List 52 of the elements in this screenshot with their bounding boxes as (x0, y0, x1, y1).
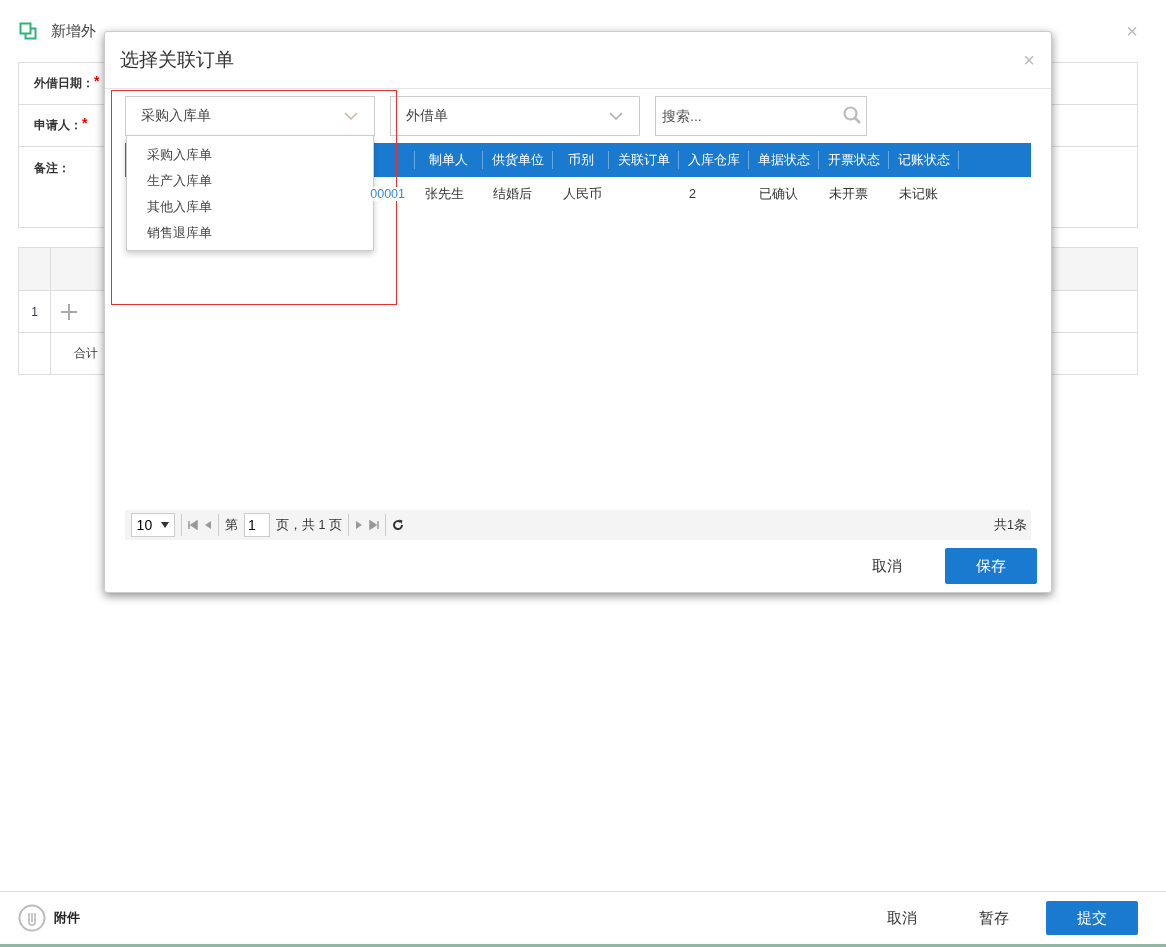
paperclip-icon[interactable] (18, 904, 46, 932)
table-cell: 未记账 (899, 186, 938, 201)
footer-button[interactable]: 取消 (862, 901, 942, 935)
required-mark: * (82, 115, 88, 131)
page-prefix: 第 (225, 516, 238, 534)
submit-button[interactable]: 提交 (1046, 901, 1138, 935)
column-header[interactable]: 开票状态 (827, 151, 880, 169)
table-cell: 2 (689, 187, 696, 201)
column-header[interactable]: 关联订单 (617, 151, 670, 169)
column-header[interactable]: 供货单位 (491, 151, 544, 169)
field-label: 外借日期： (34, 75, 94, 92)
cancel-button[interactable]: 取消 (847, 548, 927, 584)
next-page-icon[interactable] (354, 520, 363, 530)
page-title: 新增外 (51, 21, 96, 41)
table-cell: 未开票 (829, 186, 868, 201)
total-count: 共1条 (994, 516, 1027, 534)
page-count: 页，共 1 页 (276, 516, 342, 534)
order-link[interactable]: 00001 (370, 187, 405, 201)
select-field[interactable]: 外借单 (390, 96, 640, 136)
add-icon[interactable] (61, 303, 77, 320)
save-button[interactable]: 保存 (945, 548, 1037, 584)
page-size-select[interactable]: 10 (131, 513, 175, 537)
column-header[interactable]: 单据状态 (757, 151, 810, 169)
column-header[interactable]: 记账状态 (897, 151, 950, 169)
table-cell: 结婚后 (493, 186, 532, 201)
table-cell: 已确认 (759, 186, 798, 201)
search-icon (843, 106, 861, 124)
chevron-down-icon (609, 112, 623, 120)
dialog-title: 选择关联订单 (120, 48, 234, 72)
column-header[interactable]: 制单人 (429, 151, 468, 169)
column-header[interactable]: 币别 (567, 151, 594, 169)
search-field[interactable]: 搜索... (655, 96, 867, 136)
menu-item[interactable]: 销售退库单 (127, 220, 373, 246)
table-cell: 人民币 (563, 186, 602, 201)
row-number: 1 (31, 304, 38, 319)
chevron-down-icon (344, 112, 358, 120)
menu-item[interactable]: 采购入库单 (127, 142, 373, 168)
field-label: 备注： (34, 160, 70, 177)
page-input[interactable]: 1 (244, 513, 270, 537)
table-cell: 张先生 (425, 186, 464, 201)
previous-page-icon[interactable] (204, 520, 212, 530)
field-label: 申请人： (34, 117, 82, 134)
column-header[interactable]: 入库仓库 (687, 151, 740, 169)
required-mark: * (94, 73, 100, 89)
footer-button[interactable]: 暂存 (954, 901, 1034, 935)
copy-icon (19, 22, 37, 40)
total-label: 合计 (74, 345, 98, 362)
first-page-icon[interactable] (188, 520, 198, 530)
refresh-icon[interactable] (391, 519, 404, 531)
caret-down-icon (161, 522, 170, 528)
last-page-icon[interactable] (368, 520, 379, 530)
attachment-label[interactable]: 附件 (54, 909, 80, 927)
